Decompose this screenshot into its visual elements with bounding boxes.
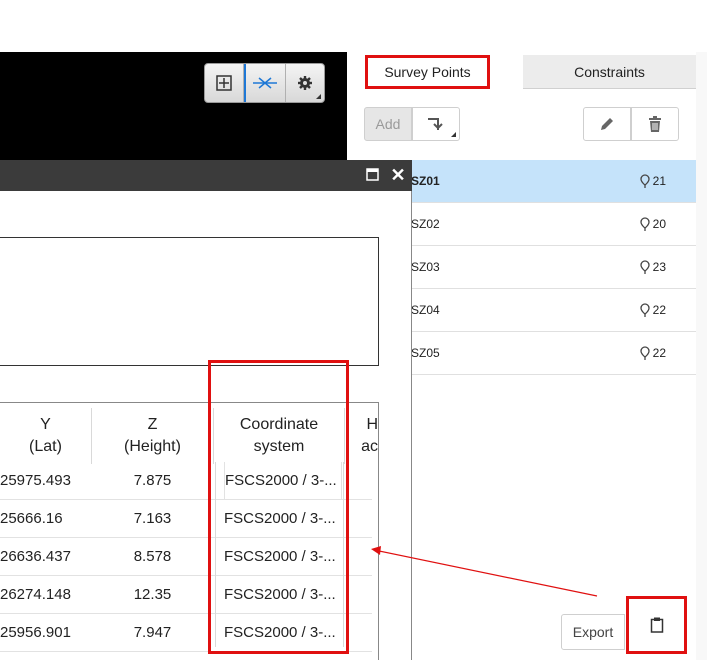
dialog-titlebar[interactable] [0,160,412,191]
pencil-icon [601,118,613,130]
trash-icon [649,116,661,132]
cell-y: 25666.16 [0,510,63,527]
export-button-label: Export [572,624,614,640]
measure-button[interactable] [244,64,286,102]
location-pin-icon [639,260,650,274]
point-count: 22 [639,303,666,317]
cell-z: 7.947 [133,624,172,641]
copy-to-clipboard-button[interactable] [626,596,687,654]
close-button[interactable]: ✕ [389,165,407,185]
close-icon: ✕ [390,165,406,185]
point-count: 22 [639,346,666,360]
point-count-value: 23 [652,260,666,274]
maximize-icon [366,168,379,181]
tab-constraints-label: Constraints [574,63,645,80]
header-line: H [366,416,378,433]
annotation-arrow [371,546,598,597]
import-button[interactable] [412,107,460,141]
point-count-value: 22 [652,303,666,317]
tab-survey-points[interactable]: Survey Points [365,55,490,89]
point-count: 23 [639,260,666,274]
header-line: Z [147,416,158,433]
point-name: SZ02 [411,217,440,231]
import-arrow-icon [428,118,443,130]
column-header-y[interactable]: Y (Lat) [0,408,91,464]
header-line: (Height) [124,438,181,455]
point-name: SZ01 [411,174,440,188]
export-button[interactable]: Export [561,614,625,650]
point-name: SZ05 [411,346,440,360]
delete-button[interactable] [631,107,679,141]
annotation-highlight-coordinate-column [208,360,349,654]
gear-icon [297,76,312,90]
header-line: (Lat) [29,438,62,455]
column-header-z[interactable]: Z (Height) [92,408,213,464]
point-name: SZ04 [411,303,440,317]
grid-plus-icon [216,75,232,91]
cell-y: 25975.493 [0,472,71,489]
location-pin-icon [639,217,650,231]
settings-button[interactable] [286,64,324,102]
dropdown-corner-icon [315,94,321,99]
viewport-toolbar [204,63,325,103]
dialog-content-box [0,237,379,366]
point-count-value: 20 [652,217,666,231]
location-pin-icon [639,174,650,188]
cell-z: 7.163 [133,510,172,527]
header-line: Y [40,416,51,433]
cell-y: 26636.437 [0,548,71,565]
column-header-h[interactable]: Hac [345,408,385,464]
maximize-button[interactable] [366,168,379,181]
cell-y: 26274.148 [0,586,71,603]
header-line: ac [361,438,378,455]
add-button-label: Add [375,116,401,132]
location-pin-icon [639,303,650,317]
tab-survey-points-label: Survey Points [384,64,471,80]
edit-button[interactable] [583,107,631,141]
scissors-line-icon [253,77,278,89]
point-name: SZ03 [411,260,440,274]
cell-z: 8.578 [133,548,172,565]
cell-y: 25956.901 [0,624,71,641]
cell-z: 7.875 [133,472,172,489]
dropdown-corner-icon [451,132,456,137]
tab-constraints[interactable]: Constraints [523,55,696,89]
cell-z: 12.35 [133,586,172,603]
clipboard-icon [650,617,663,633]
point-count: 21 [639,174,666,188]
point-count-value: 22 [652,346,666,360]
location-pin-icon [639,346,650,360]
add-button[interactable]: Add [364,107,412,141]
point-count: 20 [639,217,666,231]
point-count-value: 21 [652,174,666,188]
fit-view-button[interactable] [205,64,245,102]
